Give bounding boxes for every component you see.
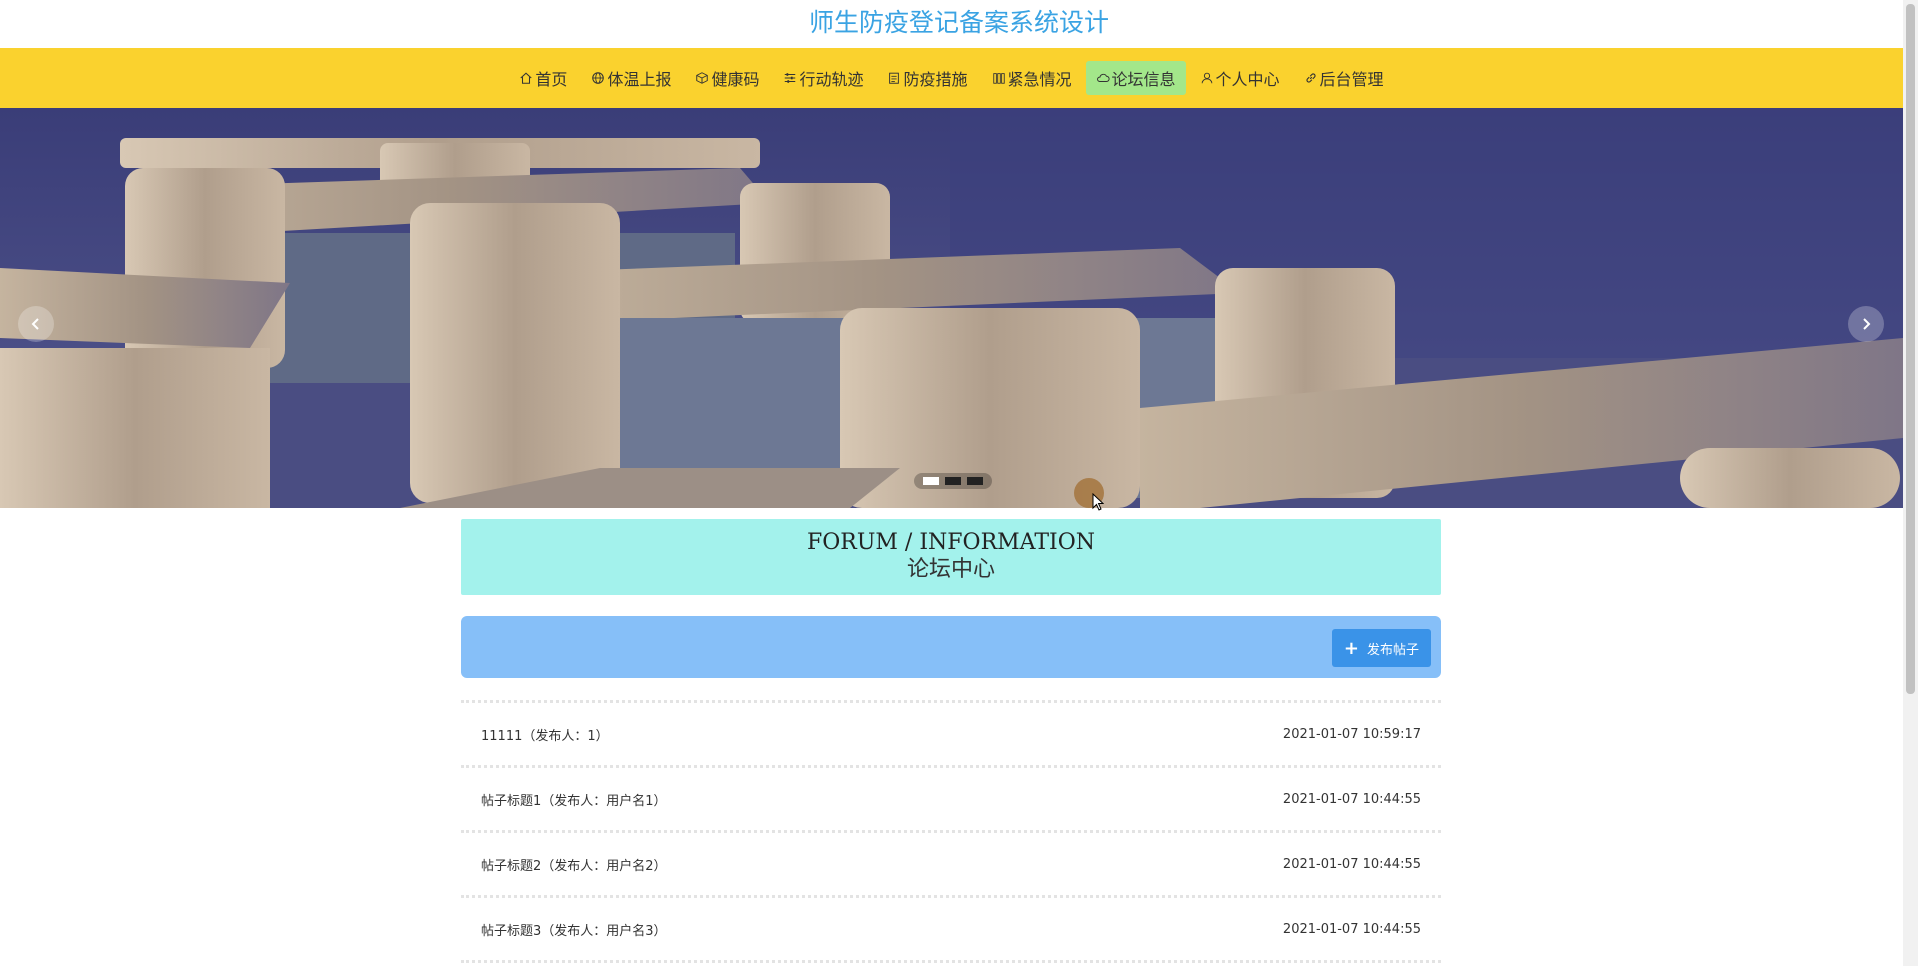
plus-icon: +	[1343, 637, 1359, 659]
carousel-dot[interactable]	[967, 477, 983, 485]
page: 师生防疫登记备案系统设计 首页 体温上报 健康码 行动轨迹 防疫措施 紧急情况	[0, 0, 1918, 966]
carousel-indicators	[914, 473, 992, 489]
nav-home[interactable]: 首页	[509, 61, 577, 95]
forum-toolbar: + 发布帖子	[461, 616, 1441, 678]
calendar-icon	[887, 71, 901, 85]
nav-temperature-report[interactable]: 体温上报	[581, 61, 681, 95]
banner-carousel	[0, 108, 1903, 508]
site-title: 师生防疫登记备案系统设计	[808, 8, 1109, 37]
nav-prevention-measures[interactable]: 防疫措施	[877, 61, 977, 95]
post-item[interactable]: 帖子标题1（发布人：用户名1） 2021-01-07 10:44:55	[461, 765, 1441, 830]
chevron-left-icon	[31, 318, 39, 330]
link-icon	[1304, 71, 1318, 85]
globe-icon	[591, 71, 605, 85]
user-icon	[1200, 71, 1214, 85]
nav-label: 健康码	[711, 70, 760, 89]
post-item[interactable]: 11111（发布人：1） 2021-01-07 10:59:17	[461, 700, 1441, 765]
classroom-banner-image	[0, 108, 1903, 508]
home-icon	[519, 71, 533, 85]
carousel-next-button[interactable]	[1848, 306, 1884, 342]
post-list: 11111（发布人：1） 2021-01-07 10:59:17 帖子标题1（发…	[461, 700, 1441, 964]
nav-label: 个人中心	[1215, 70, 1280, 89]
post-date: 2021-01-07 10:44:55	[1282, 921, 1421, 937]
post-title: 帖子标题1（发布人：用户名1）	[481, 793, 667, 809]
cloud-icon	[1096, 71, 1110, 85]
post-title: 帖子标题2（发布人：用户名2）	[481, 858, 667, 874]
post-title: 11111（发布人：1）	[481, 728, 609, 744]
forum-heading-cn: 论坛中心	[906, 557, 995, 582]
publish-post-label: 发布帖子	[1366, 642, 1419, 658]
nav-health-code[interactable]: 健康码	[685, 61, 769, 95]
post-title: 帖子标题3（发布人：用户名3）	[481, 923, 667, 939]
nav-label: 体温上报	[607, 70, 672, 89]
page-scrollbar[interactable]	[1903, 0, 1918, 966]
chevron-right-icon	[1863, 318, 1871, 330]
sliders-icon	[783, 71, 797, 85]
nav-personal-center[interactable]: 个人中心	[1190, 61, 1290, 95]
nav-movement-track[interactable]: 行动轨迹	[773, 61, 873, 95]
forum-header: FORUM / INFORMATION 论坛中心	[461, 519, 1441, 595]
nav-forum[interactable]: 论坛信息	[1085, 61, 1186, 95]
nav-label: 防疫措施	[903, 70, 968, 89]
post-date: 2021-01-07 10:44:55	[1282, 856, 1421, 872]
nav-admin[interactable]: 后台管理	[1294, 61, 1394, 95]
post-item[interactable]: 帖子标题2（发布人：用户名2） 2021-01-07 10:44:55	[461, 830, 1441, 895]
post-item[interactable]: 帖子标题3（发布人：用户名3） 2021-01-07 10:44:55	[461, 895, 1441, 960]
carousel-prev-button[interactable]	[18, 306, 54, 342]
nav-label: 行动轨迹	[799, 70, 864, 89]
main-nav: 首页 体温上报 健康码 行动轨迹 防疫措施 紧急情况 论坛信息 个人中心 后台管…	[0, 48, 1903, 108]
post-date: 2021-01-07 10:59:17	[1282, 726, 1421, 742]
nav-label: 首页	[535, 70, 568, 89]
carousel-dot[interactable]	[923, 477, 939, 485]
carousel-dot[interactable]	[945, 477, 961, 485]
grid-icon	[992, 71, 1006, 85]
scrollbar-thumb[interactable]	[1906, 4, 1915, 694]
mouse-cursor-highlight	[1074, 478, 1104, 511]
publish-post-button[interactable]: + 发布帖子	[1331, 629, 1431, 667]
nav-emergency[interactable]: 紧急情况	[982, 61, 1082, 95]
list-divider	[461, 960, 1441, 964]
nav-label: 紧急情况	[1007, 70, 1072, 89]
pointer-icon	[1092, 493, 1104, 511]
box-icon	[695, 71, 709, 85]
post-date: 2021-01-07 10:44:55	[1282, 791, 1421, 807]
forum-heading-en: FORUM / INFORMATION	[807, 530, 1095, 555]
nav-label: 后台管理	[1319, 70, 1384, 89]
nav-label: 论坛信息	[1111, 70, 1176, 89]
